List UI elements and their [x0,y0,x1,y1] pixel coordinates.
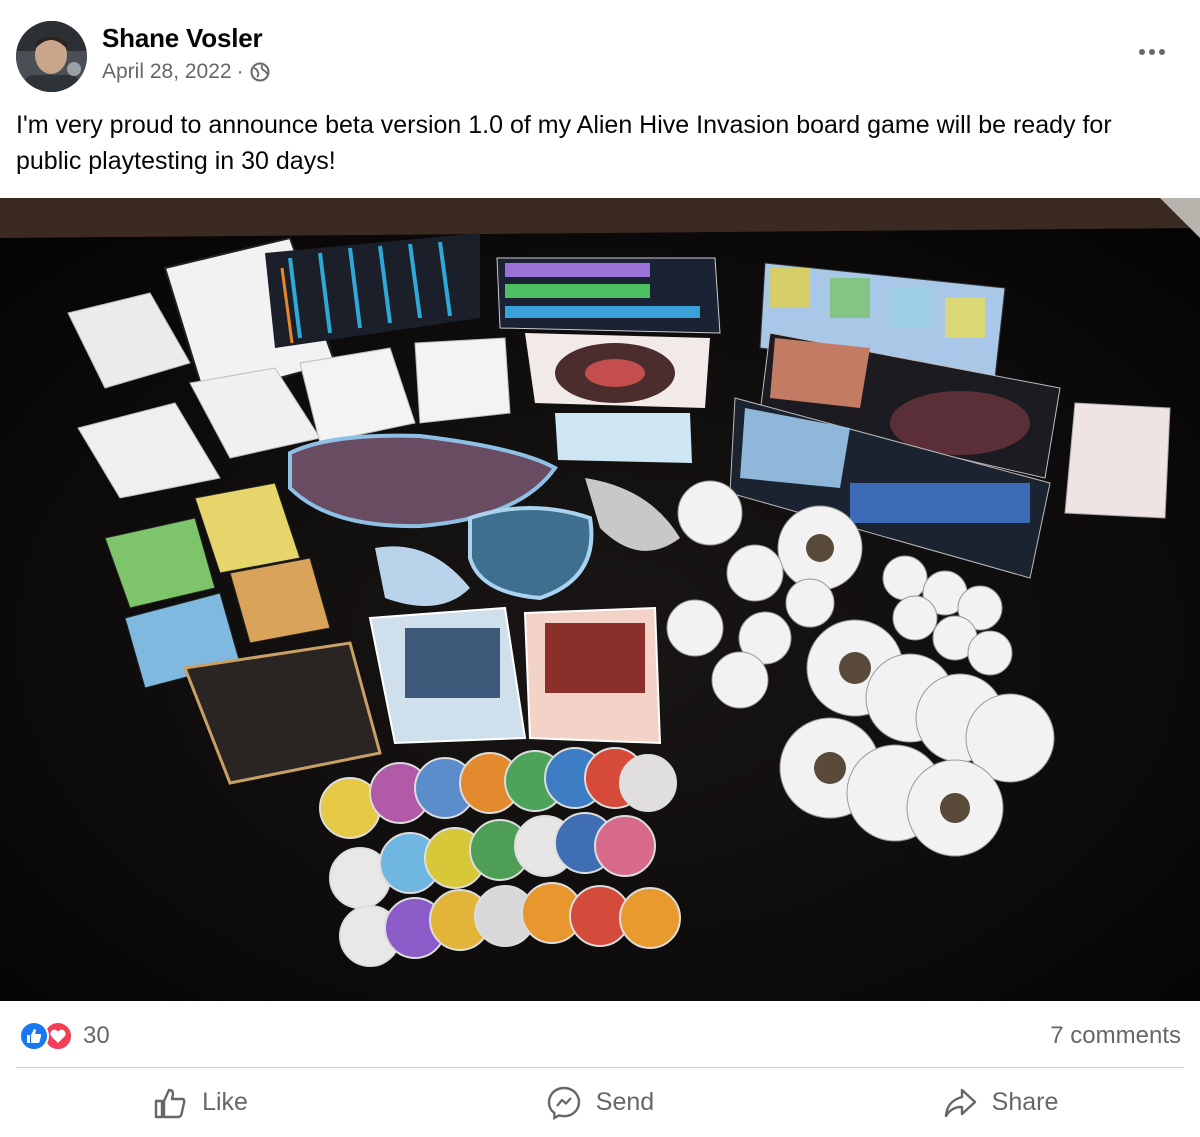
board-game-photo [0,198,1200,1001]
author-name[interactable]: Shane Vosler [102,23,263,54]
more-options-button[interactable] [1134,38,1170,66]
send-label: Send [595,1088,655,1116]
meta-separator: · [236,60,244,83]
like-icon [19,1021,49,1051]
post-header: Shane Vosler April 28, 2022 · [0,0,1200,100]
author-avatar[interactable] [16,21,87,92]
send-button[interactable]: Send [400,1068,800,1137]
post-photo[interactable] [0,198,1200,1001]
thumbs-up-icon [154,1088,186,1118]
more-dot-icon [1159,49,1165,55]
share-arrow-icon [944,1088,976,1117]
post-meta: April 28, 2022 · [102,60,270,84]
reactions-summary[interactable]: 30 [19,1021,110,1051]
share-button[interactable]: Share [800,1068,1200,1137]
post-text: I'm very proud to announce beta version … [16,111,1112,175]
post-date[interactable]: April 28, 2022 [102,60,232,84]
reaction-count: 30 [83,1022,110,1049]
share-label: Share [991,1088,1059,1116]
globe-icon [250,62,270,82]
like-label: Like [202,1088,248,1116]
portrait-tokens [319,747,681,967]
like-button[interactable]: Like [0,1068,400,1137]
engagement-stats: 30 7 comments [0,1002,1200,1068]
messenger-icon [547,1086,580,1120]
more-dot-icon [1139,49,1145,55]
comments-count[interactable]: 7 comments [1050,1022,1181,1050]
more-dot-icon [1149,49,1155,55]
action-bar: Like Send Share [0,1068,1200,1137]
